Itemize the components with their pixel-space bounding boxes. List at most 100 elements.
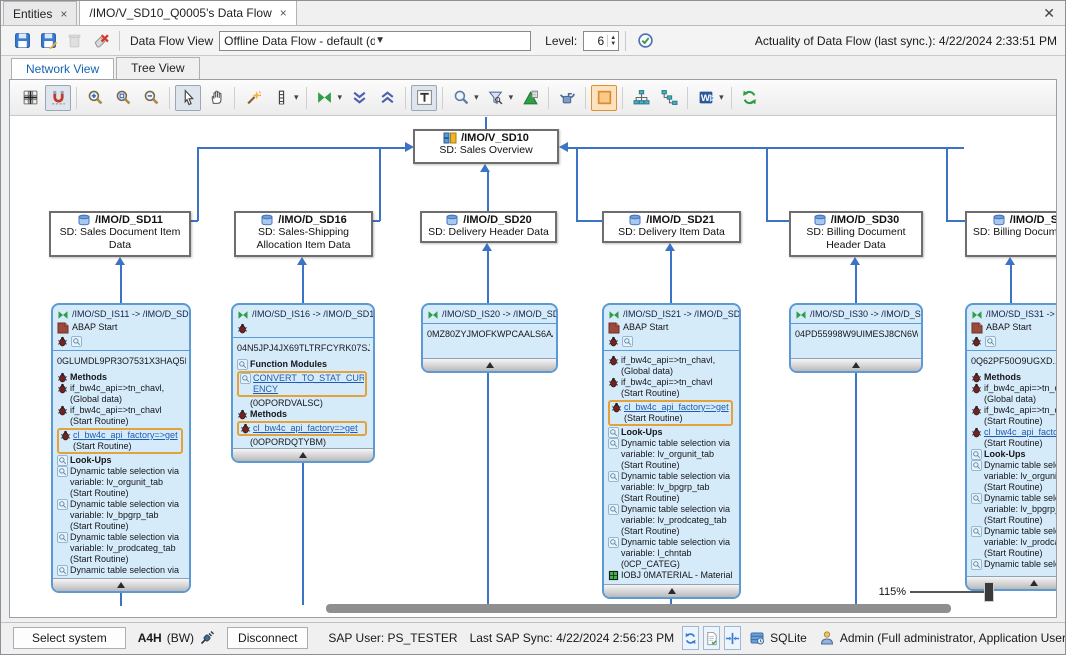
grid-icon <box>22 89 39 106</box>
transformation-box[interactable]: /IMO/SD_IS31 -> /IMO/D_SD31ABAP Start0Q6… <box>965 303 1056 591</box>
transformation-box[interactable]: /IMO/SD_IS11 -> /IMO/D_SD11ABAP Start0GL… <box>51 303 191 593</box>
diagram-canvas[interactable]: /IMO/V_SD10 SD: Sales Overview /IMO/D_SD… <box>10 117 1056 617</box>
close-tab-icon[interactable]: × <box>60 7 67 21</box>
root-node[interactable]: /IMO/V_SD10 SD: Sales Overview <box>413 129 559 164</box>
transformation-box[interactable]: /IMO/SD_IS30 -> /IMO/D_SD3004PD55998W9UI… <box>789 303 923 373</box>
lookup-icon <box>237 359 248 370</box>
searchmag-button[interactable] <box>448 85 474 111</box>
routine-link[interactable]: cl_bw4c_api_factory=>get <box>624 402 730 413</box>
disconnect-button[interactable]: Disconnect <box>227 627 308 649</box>
refresh-sync-button[interactable] <box>682 626 699 650</box>
actuality-text: Actuality of Data Flow (last sync.): 4/2… <box>755 34 1057 48</box>
transformation-box[interactable]: /IMO/SD_IS20 -> /IMO/D_SD200MZ80ZYJMOFKW… <box>421 303 558 373</box>
save-as-button[interactable] <box>37 30 59 52</box>
zoomout-button[interactable] <box>138 85 164 111</box>
section-label: Look-Ups <box>984 449 1056 460</box>
window-close-icon[interactable]: ✕ <box>1043 5 1055 22</box>
tab-data-flow[interactable]: /IMO/V_SD10_Q0005's Data Flow × <box>79 0 296 25</box>
level-label: Level: <box>545 34 577 48</box>
box-scroll-collapse-bar[interactable] <box>53 578 189 591</box>
trichart-button[interactable] <box>517 85 543 111</box>
can-button[interactable] <box>554 85 580 111</box>
box-scroll-collapse-bar[interactable] <box>233 448 373 461</box>
chevup-button[interactable] <box>374 85 400 111</box>
bowtie-button[interactable] <box>312 85 338 111</box>
zoom-slider-handle[interactable] <box>984 582 994 602</box>
connector-line <box>766 220 790 222</box>
lookup-icon <box>985 336 996 347</box>
cylinder-icon <box>445 214 459 226</box>
data-flow-view-select[interactable]: Offline Data Flow - default (downwards) … <box>219 31 531 51</box>
chevron-down-icon[interactable]: ▾ <box>338 92 343 103</box>
wordexp-button[interactable]: W <box>693 85 719 111</box>
chevron-down-icon[interactable]: ▾ <box>509 92 514 103</box>
connector-line <box>120 593 122 606</box>
routine-link[interactable]: CONVERT_TO_STAT_CURR <box>253 373 364 384</box>
entity-node[interactable]: /IMO/D_SD20SD: Delivery Header Data <box>420 211 557 243</box>
tab-network-view[interactable]: Network View <box>11 58 114 80</box>
align-center-icon <box>725 631 740 646</box>
entity-node[interactable]: /IMO/D_SD31SD: Billing Document Data <box>965 211 1056 257</box>
box-scroll-collapse-bar[interactable] <box>604 584 739 597</box>
zoomin-button[interactable] <box>82 85 108 111</box>
box-scroll-collapse-bar[interactable] <box>423 358 556 371</box>
zoom-slider-track[interactable] <box>910 591 994 593</box>
entity-node[interactable]: /IMO/D_SD21SD: Delivery Item Data <box>602 211 741 243</box>
entity-desc: SD: Sales Document Item Data <box>51 226 189 252</box>
tree1-button[interactable] <box>628 85 654 111</box>
chevron-down-icon[interactable]: ▾ <box>719 92 724 103</box>
transformation-box[interactable]: /IMO/SD_IS16 -> /IMO/D_SD1604N5JPJ4JX69T… <box>231 303 375 463</box>
sync-check-button[interactable] <box>634 30 656 52</box>
connector-line <box>670 251 672 303</box>
box-scroll-collapse-bar[interactable] <box>791 358 921 371</box>
data-flow-view-label: Data Flow View <box>130 34 213 48</box>
close-tab-icon[interactable]: × <box>280 6 287 20</box>
save-button[interactable] <box>11 30 33 52</box>
routine-link[interactable]: cl_bw4c_api_factory=>get <box>253 423 364 434</box>
entity-node[interactable]: /IMO/D_SD11SD: Sales Document Item Data <box>49 211 191 257</box>
align-button[interactable] <box>724 626 741 650</box>
searchmag-icon <box>453 89 470 106</box>
entity-node[interactable]: /IMO/D_SD30SD: Billing Document Header D… <box>789 211 923 257</box>
grid-button[interactable] <box>17 85 43 111</box>
wand-button[interactable] <box>240 85 266 111</box>
film-button[interactable] <box>268 85 294 111</box>
chevron-down-icon[interactable]: ▾ <box>474 92 479 103</box>
level-stepper[interactable]: 6 ▲▼ <box>583 31 619 51</box>
horizontal-scrollbar[interactable] <box>326 604 951 613</box>
chevdown-button[interactable] <box>346 85 372 111</box>
root-node-name: /IMO/V_SD10 <box>461 132 529 144</box>
texttool-button[interactable] <box>411 85 437 111</box>
tab-tree-view[interactable]: Tree View <box>116 57 199 79</box>
tab-entities[interactable]: Entities × <box>3 1 77 25</box>
delete-button[interactable] <box>63 30 85 52</box>
connector-arrow-icon <box>115 257 125 265</box>
transformation-box[interactable]: /IMO/SD_IS21 -> /IMO/D_SD21ABAP Startif_… <box>602 303 741 599</box>
cursor-button[interactable] <box>175 85 201 111</box>
connector-line <box>855 265 857 303</box>
zoomfit-button[interactable] <box>110 85 136 111</box>
tree2-button[interactable] <box>656 85 682 111</box>
save-as-icon <box>40 32 57 49</box>
routine-link[interactable]: cl_bw4c_api_factory=>get <box>984 427 1056 438</box>
routine-link[interactable]: cl_bw4c_api_factory=>get <box>73 430 180 441</box>
system-id: A4H <box>138 631 162 645</box>
hand-button[interactable] <box>203 85 229 111</box>
log-button[interactable] <box>703 626 720 650</box>
orangesq-button[interactable] <box>591 85 617 111</box>
entity-node[interactable]: /IMO/D_SD16SD: Sales-Shipping Allocation… <box>234 211 373 257</box>
collapse-arrow-icon <box>852 358 860 368</box>
stepper-arrows-icon[interactable]: ▲▼ <box>607 35 618 47</box>
magnet-button[interactable] <box>45 85 71 111</box>
detail-text: Dynamic table selection via <box>621 504 736 515</box>
chevron-down-icon[interactable]: ▾ <box>294 92 299 103</box>
detail-text: variable: lv_prodcateg_tab <box>70 543 186 554</box>
funnel-button[interactable] <box>483 85 509 111</box>
discard-button[interactable] <box>89 30 111 52</box>
detail-text: Dynamic table selection via <box>984 493 1056 504</box>
refresh-button[interactable] <box>737 85 763 111</box>
bug-icon <box>237 323 248 334</box>
select-system-button[interactable]: Select system <box>13 627 126 649</box>
routine-link[interactable]: ENCY <box>253 384 364 395</box>
network-view-panel: ▾▾▾▾W▾ /IMO/V_SD10 SD: Sales Overview /I… <box>9 79 1057 618</box>
